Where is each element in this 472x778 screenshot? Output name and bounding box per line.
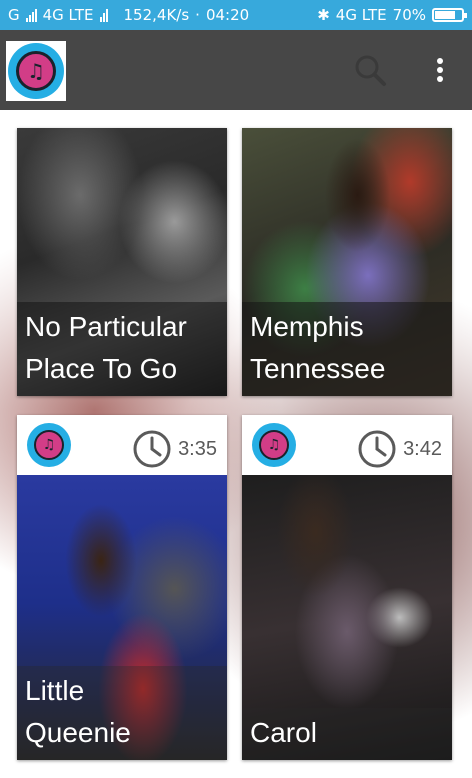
signal-icon-2 (99, 8, 108, 22)
channel-logo: ♫ (250, 421, 298, 469)
status-right: ✱ 4G LTE 70% (317, 6, 467, 24)
status-left: G 4G LTE 152,4K/s · 04:20 (8, 6, 249, 24)
carrier-label: G (8, 6, 20, 24)
network-label-left: 4G LTE (42, 6, 94, 24)
video-title: Carol (242, 708, 452, 760)
duration-label: 3:35 (178, 437, 217, 460)
network-label-right: 4G LTE (335, 6, 387, 24)
headphones-logo-icon: ♫ (8, 43, 64, 99)
signal-icon (25, 8, 37, 22)
video-card[interactable]: ♫ 3:42 Carol (242, 415, 452, 760)
video-title: Little Queenie (17, 666, 227, 760)
headphones-logo-icon: ♫ (252, 423, 296, 467)
video-card[interactable]: No Particular Place To Go (17, 128, 227, 396)
video-title: Memphis Tennessee (242, 302, 452, 396)
bluetooth-icon: ✱ (317, 6, 330, 24)
clock-time: 04:20 (205, 6, 250, 24)
speed-label: 152,4K/s (123, 6, 190, 24)
battery-percent: 70% (392, 6, 426, 24)
video-grid: No Particular Place To Go Memphis Tennes… (0, 110, 472, 778)
duration-badge: 3:35 (132, 429, 217, 469)
duration-badge: 3:42 (357, 429, 442, 469)
status-bar: G 4G LTE 152,4K/s · 04:20 ✱ 4G LTE 70% (0, 0, 472, 30)
channel-logo: ♫ (25, 421, 73, 469)
more-vert-icon[interactable] (430, 54, 450, 86)
app-bar: ♫ (0, 30, 472, 110)
battery-icon (432, 8, 467, 22)
headphones-logo-icon: ♫ (27, 423, 71, 467)
video-card[interactable]: ♫ 3:35 Little Queenie (17, 415, 227, 760)
duration-label: 3:42 (403, 437, 442, 460)
clock-icon (358, 430, 396, 468)
clock-icon (133, 430, 171, 468)
search-icon[interactable] (352, 52, 388, 88)
video-card[interactable]: Memphis Tennessee (242, 128, 452, 396)
card-header: ♫ 3:42 (242, 415, 452, 475)
time-separator: · (195, 6, 200, 24)
card-header: ♫ 3:35 (17, 415, 227, 475)
app-logo[interactable]: ♫ (6, 41, 66, 101)
video-title: No Particular Place To Go (17, 302, 227, 396)
